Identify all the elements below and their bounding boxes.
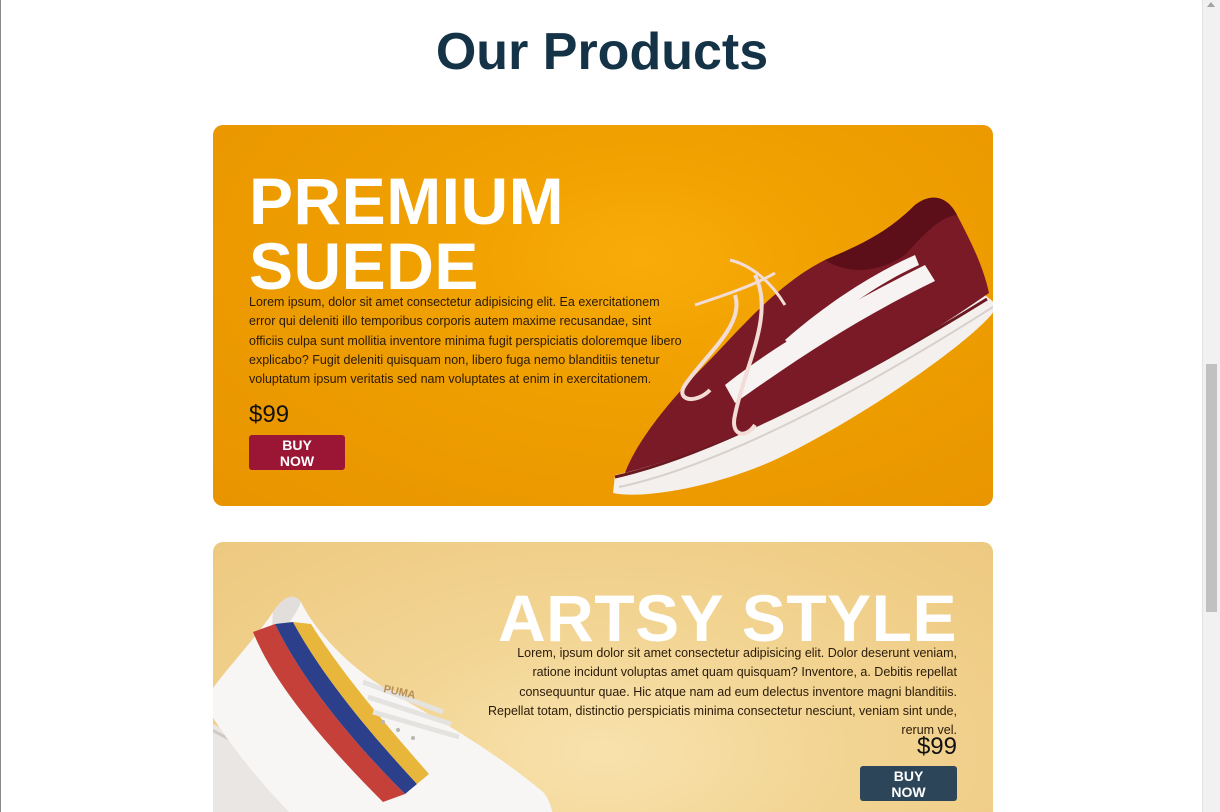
product-heading: PREMIUM SUEDE [249,164,565,303]
page-title: Our Products [435,23,769,81]
buy-now-button[interactable]: BUY NOW [249,435,345,470]
buy-now-button[interactable]: BUY NOW [860,766,957,801]
product-price: $99 [916,733,957,760]
product-price: $99 [249,401,290,428]
vertical-scrollbar[interactable] [1202,0,1220,812]
page-viewport: Our Products PREMIUM SUEDE Lorem ipsum, … [0,0,1202,812]
product-description: Lorem, ipsum dolor sit amet consectetur … [488,646,957,738]
product-description: Lorem ipsum, dolor sit amet consectetur … [249,295,682,387]
product-card-premium-suede: PREMIUM SUEDE Lorem ipsum, dolor sit ame… [213,125,993,506]
scroll-up-arrow-icon[interactable] [1207,2,1215,7]
scrollbar-thumb[interactable] [1206,364,1217,612]
product-card-artsy-style: PUMA ARTSY STYLE Lorem, ipsum dolor sit … [213,542,993,812]
product-heading: ARTSY STYLE [497,581,957,655]
